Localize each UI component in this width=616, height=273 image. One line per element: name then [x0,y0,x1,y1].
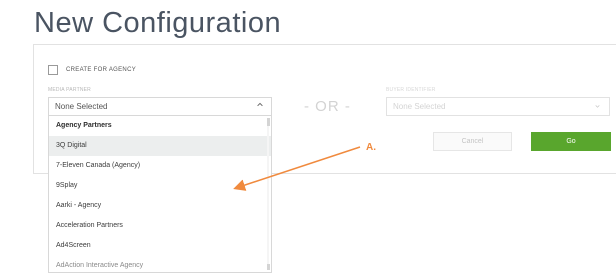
or-divider: - OR - [304,98,351,115]
dropdown-option[interactable]: Ad4Screen [49,236,271,256]
buyer-identifier-label: BUYER IDENTIFIER [386,87,436,93]
dropdown-option[interactable]: 9Splay [49,176,271,196]
dropdown-option[interactable]: 3Q Digital [49,136,271,156]
chevron-down-icon[interactable] [594,103,601,109]
dropdown-option[interactable]: Aarki - Agency [49,196,271,216]
dropdown-option[interactable]: Acceleration Partners [49,216,271,236]
dropdown-group-header: Agency Partners [49,116,271,136]
media-partner-select[interactable]: None Selected [48,97,272,116]
page-title: New Configuration [34,7,282,39]
media-partner-dropdown-list[interactable]: Agency Partners 3Q Digital 7-Eleven Cana… [48,116,272,273]
chevron-up-icon[interactable] [256,101,264,109]
dropdown-scrollbar-bottom[interactable] [267,264,270,270]
annotation-label: A. [366,142,376,153]
create-for-agency-checkbox[interactable] [48,65,58,75]
dropdown-scrollbar-thumb[interactable] [267,118,270,126]
buyer-identifier-select[interactable]: None Selected [386,97,610,116]
create-for-agency-label: CREATE FOR AGENCY [66,67,136,73]
dropdown-scrollbar-track[interactable] [267,120,269,265]
buyer-identifier-selected-value: None Selected [393,102,446,111]
media-partner-label: MEDIA PARTNER [48,87,91,93]
dropdown-option[interactable]: 7-Eleven Canada (Agency) [49,156,271,176]
dropdown-option[interactable]: AdAction Interactive Agency [49,256,271,272]
go-button[interactable]: Go [531,132,611,151]
cancel-button[interactable]: Cancel [433,132,512,151]
media-partner-selected-value: None Selected [55,102,108,111]
create-for-agency-row[interactable]: CREATE FOR AGENCY [48,65,136,75]
